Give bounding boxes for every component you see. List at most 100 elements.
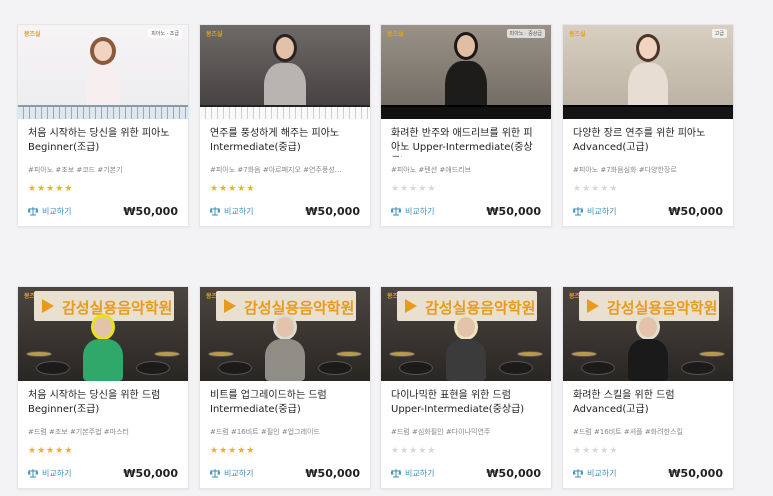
star-filled-icon: ★ (46, 446, 56, 456)
instructor-figure (83, 41, 123, 111)
compare-button[interactable]: 비교하기 (210, 206, 253, 217)
course-card[interactable]: 몽즈실 감성실용음악학원 화려한 스킬을 위한 드럼 Advanced(고급) … (562, 286, 734, 489)
compare-button[interactable]: 비교하기 (391, 468, 434, 479)
star-filled-icon: ★ (64, 184, 74, 194)
course-tags: #드럼 #심화필인 #다이나믹연주 (391, 428, 491, 436)
drum-kit (208, 351, 362, 375)
thumbnail-tag: 피아노 · 중상급 (506, 29, 545, 38)
course-thumbnail[interactable]: 몽즈실 고급 (563, 25, 733, 119)
scale-icon (391, 469, 401, 478)
banner-text: 감성실용음악학원 (425, 299, 536, 317)
scale-icon (28, 207, 38, 216)
compare-button[interactable]: 비교하기 (573, 206, 616, 217)
piano-keyboard (18, 105, 188, 119)
star-filled-icon: ★ (46, 184, 56, 194)
course-thumbnail[interactable]: 몽즈실 피아노 · 조급 (18, 25, 188, 119)
rating-stars: ★★★★★ (210, 446, 360, 457)
course-title[interactable]: 화려한 스킬을 위한 드럼 Advanced(고급) (573, 389, 723, 419)
course-tags: #피아노 #텐션 #애드리브 (391, 166, 472, 174)
course-thumbnail[interactable]: 몽즈실 피아노 · 중상급 (381, 25, 551, 119)
star-filled-icon: ★ (228, 446, 238, 456)
star-empty-icon: ★ (418, 446, 428, 456)
brand-logo: 몽즈실 (569, 31, 586, 38)
drum-kit (571, 351, 725, 375)
course-tags: #드럼 #16비트 #셔플 #화려한스킬 (573, 428, 683, 436)
compare-button[interactable]: 비교하기 (573, 468, 616, 479)
course-card[interactable]: 몽즈실 연주를 풍성하게 해주는 피아노 Intermediate(중급) #피… (199, 24, 371, 227)
course-card[interactable]: 몽즈실 피아노 · 조급 처음 시작하는 당신을 위한 피아노 Beginner… (17, 24, 189, 227)
course-title[interactable]: 처음 시작하는 당신을 위한 드럼 Beginner(조급) (28, 389, 178, 419)
scale-icon (28, 469, 38, 478)
star-filled-icon: ★ (237, 184, 247, 194)
course-title[interactable]: 다이나믹한 표현을 위한 드럼 Upper-Intermediate(중상급) (391, 389, 541, 419)
compare-label: 비교하기 (224, 206, 254, 216)
piano-keyboard (381, 105, 551, 119)
course-title[interactable]: 처음 시작하는 당신을 위한 피아노 Beginner(조급) (28, 127, 178, 157)
course-card[interactable]: 몽즈실 감성실용음악학원 비트를 업그레이드하는 드럼 Intermediate… (199, 286, 371, 489)
course-title[interactable]: 비트를 업그레이드하는 드럼 Intermediate(중급) (210, 389, 360, 419)
compare-label: 비교하기 (42, 206, 72, 216)
course-price: ₩50,000 (305, 204, 360, 218)
compare-label: 비교하기 (405, 206, 435, 216)
course-title[interactable]: 화려한 반주와 애드리브를 위한 피아노 Upper-Intermediate(… (391, 127, 541, 157)
compare-button[interactable]: 비교하기 (28, 468, 71, 479)
star-empty-icon: ★ (418, 184, 428, 194)
rating-stars: ★★★★★ (391, 184, 541, 195)
star-filled-icon: ★ (210, 184, 220, 194)
compare-label: 비교하기 (587, 468, 617, 478)
course-price: ₩50,000 (305, 466, 360, 480)
piano-keyboard (563, 105, 733, 119)
course-price: ₩50,000 (123, 204, 178, 218)
course-card[interactable]: 몽즈실 피아노 · 중상급 화려한 반주와 애드리브를 위한 피아노 Upper… (380, 24, 552, 227)
star-filled-icon: ★ (64, 446, 74, 456)
brand-logo: 몽즈실 (387, 31, 404, 38)
star-empty-icon: ★ (582, 446, 592, 456)
star-filled-icon: ★ (228, 184, 238, 194)
compare-label: 비교하기 (405, 468, 435, 478)
piano-keyboard (200, 105, 370, 119)
star-filled-icon: ★ (219, 446, 229, 456)
course-card[interactable]: 몽즈실 감성실용음악학원 다이나믹한 표현을 위한 드럼 Upper-Inter… (380, 286, 552, 489)
course-title[interactable]: 연주를 풍성하게 해주는 피아노 Intermediate(중급) (210, 127, 360, 157)
star-filled-icon: ★ (246, 184, 256, 194)
compare-button[interactable]: 비교하기 (391, 206, 434, 217)
star-filled-icon: ★ (237, 446, 247, 456)
course-card[interactable]: 몽즈실 감성실용음악학원 처음 시작하는 당신을 위한 드럼 Beginner(… (17, 286, 189, 489)
course-thumbnail[interactable]: 몽즈실 감성실용음악학원 (200, 287, 370, 381)
star-empty-icon: ★ (427, 184, 437, 194)
scale-icon (573, 469, 583, 478)
banner-text: 감성실용음악학원 (62, 299, 173, 317)
play-logo-icon (587, 299, 599, 313)
course-price: ₩50,000 (486, 466, 541, 480)
play-logo-icon (42, 299, 54, 313)
compare-button[interactable]: 비교하기 (210, 468, 253, 479)
course-thumbnail[interactable]: 몽즈실 (200, 25, 370, 119)
rating-stars: ★★★★★ (391, 446, 541, 457)
star-empty-icon: ★ (582, 184, 592, 194)
course-thumbnail[interactable]: 몽즈실 감성실용음악학원 (18, 287, 188, 381)
star-empty-icon: ★ (573, 446, 583, 456)
star-empty-icon: ★ (427, 446, 437, 456)
star-empty-icon: ★ (391, 446, 401, 456)
star-filled-icon: ★ (219, 184, 229, 194)
course-card[interactable]: 몽즈실 고급 다양한 장르 연주를 위한 피아노 Advanced(고급) #피… (562, 24, 734, 227)
compare-label: 비교하기 (587, 206, 617, 216)
course-thumbnail[interactable]: 몽즈실 감성실용음악학원 (563, 287, 733, 381)
drum-kit (389, 351, 543, 375)
course-tags: #피아노 #7화음심화 #다양한장르 (573, 166, 677, 174)
banner-text: 감성실용음악학원 (244, 299, 355, 317)
scale-icon (391, 207, 401, 216)
rating-stars: ★★★★★ (210, 184, 360, 195)
course-tags: #피아노 #7화음 #아르페지오 #연주풍성... (210, 166, 342, 174)
brand-logo: 몽즈실 (24, 31, 41, 38)
star-filled-icon: ★ (55, 446, 65, 456)
star-filled-icon: ★ (28, 184, 38, 194)
course-price: ₩50,000 (668, 466, 723, 480)
course-grid: 몽즈실 피아노 · 조급 처음 시작하는 당신을 위한 피아노 Beginner… (0, 0, 773, 496)
compare-button[interactable]: 비교하기 (28, 206, 71, 217)
course-tags: #드럼 #조보 #기본주법 #마스터 (28, 428, 129, 436)
banner-text: 감성실용음악학원 (607, 299, 718, 317)
course-thumbnail[interactable]: 몽즈실 감성실용음악학원 (381, 287, 551, 381)
brand-logo: 몽즈실 (206, 31, 223, 38)
course-title[interactable]: 다양한 장르 연주를 위한 피아노 Advanced(고급) (573, 127, 723, 157)
